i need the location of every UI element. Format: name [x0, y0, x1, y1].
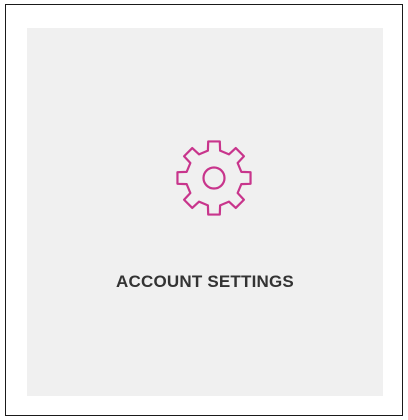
- card-frame: ACCOUNT SETTINGS: [5, 4, 403, 416]
- account-settings-tile[interactable]: ACCOUNT SETTINGS: [27, 28, 383, 396]
- gear-icon: [172, 136, 256, 220]
- account-settings-label: ACCOUNT SETTINGS: [116, 272, 294, 291]
